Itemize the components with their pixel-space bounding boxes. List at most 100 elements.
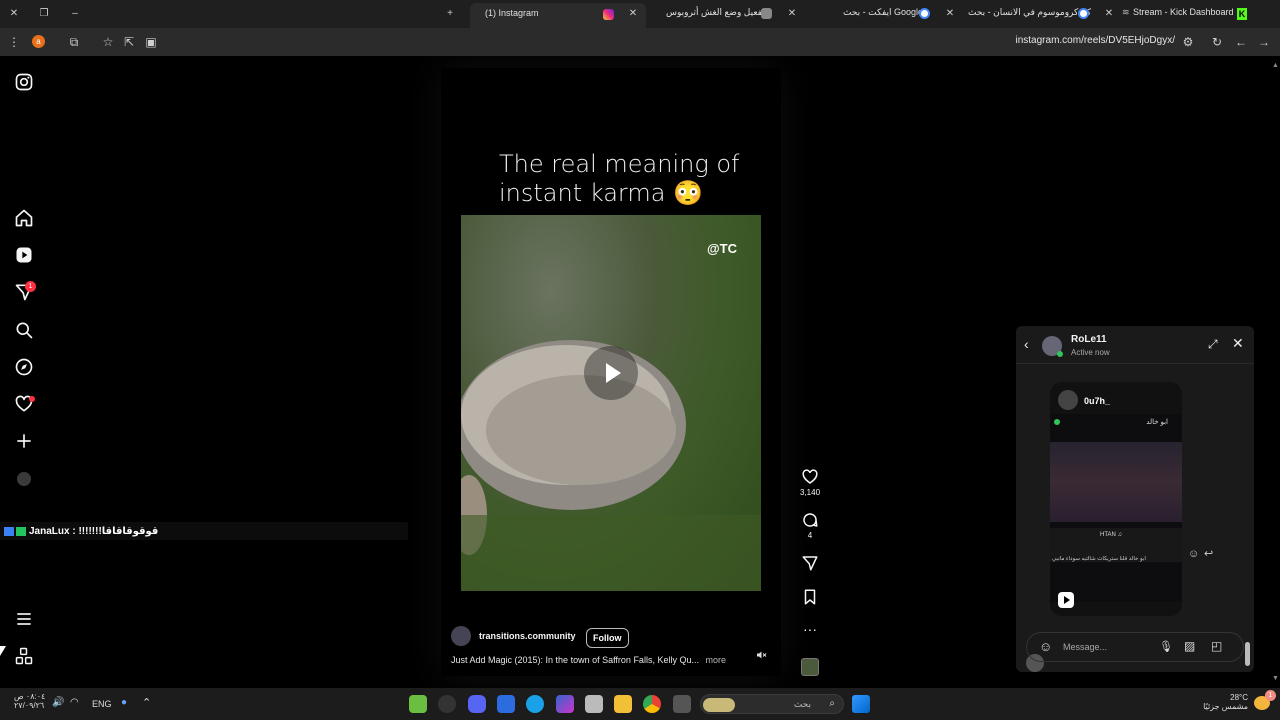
tab-instagram[interactable]: (1) Instagram xyxy=(470,3,646,28)
audio-thumbnail[interactable] xyxy=(801,658,819,676)
google-favicon-icon xyxy=(919,8,930,19)
microphone-icon[interactable]: ● xyxy=(121,697,127,708)
tab-cheat-mode[interactable]: تفعيل وضع الغش أتروبوس xyxy=(650,3,775,25)
translate-icon[interactable]: ▣ xyxy=(143,34,159,50)
search-placeholder: بحث xyxy=(793,699,811,709)
close-tab-icon[interactable]: ✕ xyxy=(944,8,956,20)
comment-action[interactable]: 4 xyxy=(800,511,820,540)
home-icon[interactable] xyxy=(14,208,34,228)
chat-contact-name[interactable]: RoLe11 xyxy=(1071,334,1107,345)
reel-author[interactable]: transitions.community xyxy=(451,626,576,646)
sticker-icon[interactable]: ◰ xyxy=(1211,639,1222,653)
save-action[interactable] xyxy=(800,588,820,606)
shared-username: 0u7h_ xyxy=(1084,396,1111,406)
author-avatar[interactable] xyxy=(451,626,471,646)
chevron-up-icon[interactable]: ⌃ xyxy=(142,696,151,709)
store-app-icon[interactable] xyxy=(497,695,515,713)
message-input[interactable] xyxy=(1063,640,1153,654)
play-button[interactable] xyxy=(584,346,638,400)
search-icon: ⌕ xyxy=(829,698,835,709)
back-arrow-icon[interactable]: ← xyxy=(1233,34,1249,50)
browser-tab-bar: ✕ ❐ – + (1) Instagram ✕ تفعيل وضع الغش أ… xyxy=(0,0,1280,28)
profile-avatar[interactable] xyxy=(17,472,31,486)
forward-arrow-icon[interactable]: → xyxy=(1256,34,1272,50)
tab-google-effect[interactable]: ايفكت - بحث Google xyxy=(808,3,936,25)
page-scrollbar[interactable]: ▲ ▼ xyxy=(1272,62,1279,682)
app-icon[interactable] xyxy=(438,695,456,713)
share-action[interactable] xyxy=(800,554,820,572)
tab-label: (1) Instagram xyxy=(485,8,539,18)
instagram-page: ▲ ▼ 1 JanaLux : !!!!!!!قوقوقاقاقا The re… xyxy=(0,56,1280,688)
windows-start-icon[interactable] xyxy=(852,695,870,713)
preview-name: ابو خالد xyxy=(1146,419,1168,426)
preview-text: ابو خالد قلنا ستريكات شالتبه سوداء مانبي xyxy=(1052,556,1146,562)
online-status-dot xyxy=(1057,351,1063,357)
tab-label: تفعيل وضع الغش أتروبوس xyxy=(666,7,765,17)
tab-chromosomes[interactable]: كم كروموسوم في الانسان - بحث xyxy=(962,3,1092,25)
reel-caption-text: The real meaning of instant karma 😳 xyxy=(499,150,740,207)
image-icon[interactable]: ▨ xyxy=(1184,639,1195,653)
bookmark-star-icon[interactable]: ☆ xyxy=(100,34,116,50)
app-icon[interactable] xyxy=(585,695,603,713)
close-tab-icon[interactable]: ✕ xyxy=(1103,8,1115,20)
chrome-browser-icon[interactable] xyxy=(643,695,661,713)
site-favicon-icon xyxy=(761,8,772,19)
tab-label: كم كروموسوم في الانسان - بحث xyxy=(968,7,1092,17)
reel-video[interactable]: @TC xyxy=(461,215,761,591)
chat-scrollbar[interactable] xyxy=(1245,422,1250,666)
search-highlight-icon xyxy=(703,698,735,712)
reel-container: The real meaning of instant karma 😳 @TC … xyxy=(441,68,781,676)
file-explorer-icon[interactable] xyxy=(614,695,632,713)
profile-avatar-icon[interactable]: a xyxy=(32,35,45,48)
create-plus-icon[interactable] xyxy=(14,431,34,451)
volume-icon[interactable]: 🔊 xyxy=(52,697,64,708)
shared-post-card[interactable]: 0u7h_ ابو خالد HTAN ♫ ابو خالد قلنا ستري… xyxy=(1050,382,1182,616)
copilot-icon[interactable] xyxy=(556,695,574,713)
wifi-icon[interactable]: ◠ xyxy=(70,697,79,708)
close-chat-icon[interactable]: ✕ xyxy=(1232,335,1244,352)
more-options-icon[interactable]: ··· xyxy=(800,622,820,636)
minecraft-app-icon[interactable] xyxy=(409,695,427,713)
minimize-window-icon[interactable]: – xyxy=(69,8,81,20)
restore-window-icon[interactable]: ❐ xyxy=(38,8,50,20)
emoji-icon[interactable]: ☺ xyxy=(1039,639,1052,654)
explore-compass-icon[interactable] xyxy=(14,357,34,377)
react-emoji-icon[interactable]: ☺ xyxy=(1188,548,1199,560)
google-favicon-icon xyxy=(1078,8,1089,19)
share-icon[interactable]: ⇱ xyxy=(121,34,137,50)
instagram-logo-icon[interactable] xyxy=(14,72,34,92)
mute-icon[interactable] xyxy=(755,649,767,661)
address-bar-url[interactable]: instagram.com/reels/DV5EHjoDgyx/ xyxy=(1016,35,1176,46)
author-username[interactable]: transitions.community xyxy=(479,631,576,641)
close-window-icon[interactable]: ✕ xyxy=(8,8,20,20)
language-indicator[interactable]: ENG xyxy=(92,699,112,709)
search-icon[interactable] xyxy=(14,320,34,340)
preview-dot xyxy=(1054,419,1060,425)
more-menu-icon[interactable] xyxy=(14,609,34,629)
tab-label: Stream - Kick Dashboard xyxy=(1133,7,1234,17)
tab-kick-dashboard[interactable]: ≋ Stream - Kick Dashboard xyxy=(1118,3,1248,25)
site-settings-icon[interactable]: ⚙ xyxy=(1180,34,1196,50)
taskbar-search[interactable]: بحث ⌕ xyxy=(700,694,844,714)
microphone-icon[interactable]: 🎙 xyxy=(1159,640,1173,653)
weather-condition: مشمس جزئيًا xyxy=(1203,702,1248,711)
edge-browser-icon[interactable] xyxy=(526,695,544,713)
reels-icon[interactable] xyxy=(14,245,34,265)
weather-widget[interactable]: 28°C مشمس جزئيًا xyxy=(1203,693,1248,711)
extensions-icon[interactable]: ⧉ xyxy=(66,34,82,50)
clock[interactable]: ٠٨:٠٤ ص ٢٧/٠٩/٢٦ xyxy=(14,692,45,710)
more-menu-icon[interactable]: ⋮ xyxy=(6,34,22,50)
discord-app-icon[interactable] xyxy=(468,695,486,713)
app-icon[interactable] xyxy=(673,695,691,713)
new-tab-icon[interactable]: + xyxy=(444,8,456,20)
close-tab-icon[interactable]: ✕ xyxy=(627,8,639,20)
reload-icon[interactable]: ↻ xyxy=(1209,34,1225,50)
like-action[interactable]: 3,140 xyxy=(800,468,820,497)
back-chevron-icon[interactable]: ‹ xyxy=(1024,336,1029,352)
close-tab-icon[interactable]: ✕ xyxy=(786,8,798,20)
expand-icon[interactable]: ⤢ xyxy=(1208,337,1218,352)
more-link[interactable]: more xyxy=(705,655,726,665)
follow-button[interactable]: Follow xyxy=(586,628,629,648)
reply-icon[interactable]: ↩ xyxy=(1204,547,1213,560)
also-from-meta-icon[interactable] xyxy=(14,646,34,666)
